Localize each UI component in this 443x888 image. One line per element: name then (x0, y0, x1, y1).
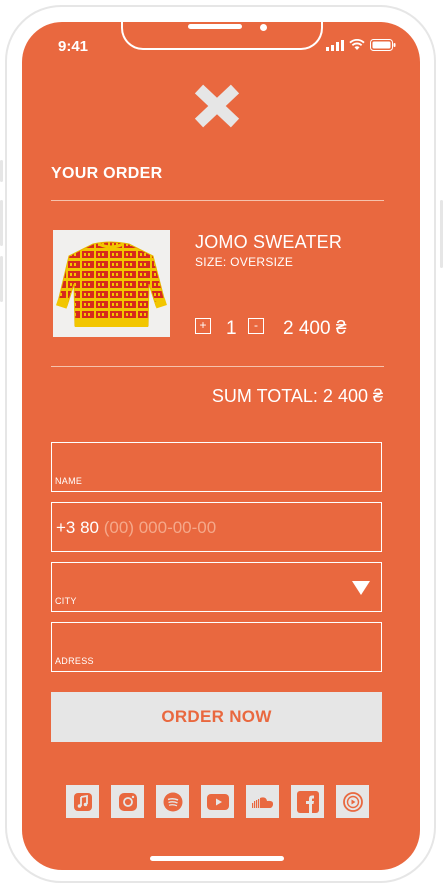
soundcloud-icon[interactable] (246, 785, 279, 818)
close-button[interactable] (194, 84, 240, 128)
chevron-down-icon (352, 581, 370, 595)
product-size: SIZE: OVERSIZE (195, 255, 294, 269)
close-icon (194, 84, 240, 128)
quantity-value: 1 (226, 318, 237, 339)
spotify-icon[interactable] (156, 785, 189, 818)
divider-top (51, 200, 384, 201)
youtube-icon[interactable] (201, 785, 234, 818)
quantity-increase-button[interactable]: + (195, 318, 211, 334)
app-screen: 9:41 YOUR ORDER JOMO SWEATER SIZE: OVERS… (22, 22, 420, 870)
phone-input: +3 80 (00) 000-00-00 (56, 518, 216, 538)
product-price: 2 400 ₴ (283, 318, 347, 339)
phone-side-button (0, 160, 3, 182)
signal-icon (326, 39, 344, 51)
speaker (188, 24, 242, 29)
sweater-illustration (56, 241, 167, 327)
phone-placeholder: (00) 000-00-00 (103, 518, 217, 537)
phone-field[interactable]: +3 80 (00) 000-00-00 (51, 502, 382, 552)
facebook-icon[interactable] (291, 785, 324, 818)
home-indicator (150, 856, 284, 861)
sum-total: SUM TOTAL: 2 400 ₴ (211, 386, 383, 406)
instagram-icon[interactable] (111, 785, 144, 818)
wifi-icon (349, 39, 365, 50)
product-name: JOMO SWEATER (195, 232, 343, 252)
notch (121, 22, 323, 50)
order-title: YOUR ORDER (51, 165, 163, 182)
order-now-button[interactable]: ORDER NOW (51, 692, 382, 742)
phone-volume-down (0, 256, 3, 302)
city-select[interactable]: CITY (51, 562, 382, 612)
quantity-decrease-button[interactable]: - (248, 318, 264, 334)
divider-bottom (51, 366, 384, 367)
city-field-label: CITY (55, 596, 77, 606)
name-field-label: NAME (55, 476, 83, 486)
name-field[interactable]: NAME (51, 442, 382, 492)
phone-prefix: +3 80 (56, 518, 100, 537)
youtube-music-icon[interactable] (336, 785, 369, 818)
status-time: 9:41 (58, 38, 89, 55)
camera (260, 24, 267, 31)
address-field-label: ADRESS (55, 656, 94, 666)
address-field[interactable]: ADRESS (51, 622, 382, 672)
phone-volume-up (0, 200, 3, 246)
product-image (53, 230, 170, 337)
battery-icon (370, 39, 396, 51)
status-icons (326, 39, 396, 51)
apple-music-icon[interactable] (66, 785, 99, 818)
